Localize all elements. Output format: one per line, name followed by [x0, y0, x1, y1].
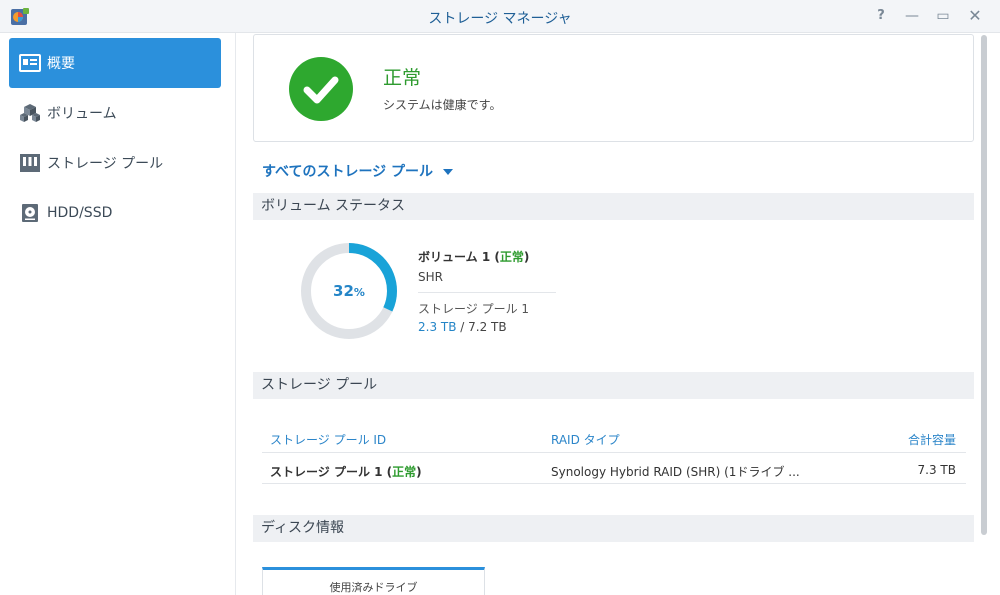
close-icon[interactable]: ✕	[964, 6, 986, 26]
window-title: ストレージ マネージャ	[428, 11, 572, 27]
sidebar-item-volume[interactable]: ボリューム	[9, 88, 221, 138]
sidebar-item-overview[interactable]: 概要	[9, 38, 221, 88]
column-header-pool-id[interactable]: ストレージ プール ID	[270, 431, 386, 448]
volume-info: ボリューム 1 (正常) SHR ストレージ プール 1 2.3 TB / 7.…	[418, 248, 556, 334]
status-title: 正常	[383, 67, 422, 89]
usage-percent: 32%	[300, 282, 398, 300]
volume-status-header: ボリューム ステータス	[253, 193, 974, 220]
checkmark-icon	[289, 57, 353, 121]
volume-icon	[19, 102, 41, 124]
system-status-card: 正常 システムは健康です。	[253, 34, 974, 142]
storage-pool-dropdown[interactable]: すべてのストレージ プール	[262, 161, 454, 181]
maximize-icon[interactable]: ▭	[932, 6, 954, 26]
overview-icon	[19, 52, 41, 74]
volume-usage: 2.3 TB / 7.2 TB	[418, 320, 556, 334]
table-header: ストレージ プール ID RAID タイプ 合計容量	[262, 421, 966, 453]
tab-used-drives[interactable]: 使用済みドライブ	[262, 567, 485, 595]
usage-separator: /	[456, 320, 469, 334]
usage-percent-unit: %	[353, 286, 365, 299]
title-bar: ストレージ マネージャ ? — ▭ ✕	[0, 0, 1000, 33]
sidebar-item-label: HDD/SSD	[47, 205, 113, 221]
sidebar-item-label: ストレージ プール	[47, 156, 164, 172]
volume-raid-type: SHR	[418, 270, 443, 284]
pool-name: ストレージ プール 1 (	[270, 465, 393, 479]
column-header-capacity[interactable]: 合計容量	[908, 431, 956, 448]
pool-state: 正常	[392, 465, 417, 479]
main-content: 正常 システムは健康です。 すべてのストレージ プール ボリューム ステータス …	[237, 33, 1000, 595]
scrollbar[interactable]	[981, 35, 987, 535]
pool-name-close: )	[416, 465, 422, 479]
sidebar-item-hdd-ssd[interactable]: HDD/SSD	[9, 188, 221, 238]
volume-name-text: ボリューム 1 (	[418, 250, 500, 264]
help-icon[interactable]: ?	[870, 6, 892, 26]
pool-name-cell: ストレージ プール 1 (正常)	[270, 463, 422, 480]
sidebar: 概要 ボリューム ストレージ プール HDD/SSD	[0, 33, 236, 595]
chevron-down-icon	[443, 169, 454, 175]
storage-pool-table: ストレージ プール ID RAID タイプ 合計容量 ストレージ プール 1 (…	[262, 421, 966, 484]
sidebar-item-storage-pool[interactable]: ストレージ プール	[9, 138, 221, 188]
hdd-icon	[19, 202, 41, 224]
volume-total: 7.2 TB	[468, 320, 507, 334]
usage-percent-value: 32	[333, 282, 354, 300]
storage-pool-icon	[19, 152, 41, 174]
column-header-raid-type[interactable]: RAID タイプ	[551, 431, 620, 448]
volume-name[interactable]: ボリューム 1 (正常)	[418, 248, 556, 265]
volume-pool-name: ストレージ プール 1	[418, 302, 530, 316]
sidebar-item-label: 概要	[47, 56, 75, 72]
minimize-icon[interactable]: —	[901, 6, 923, 26]
pool-capacity-cell: 7.3 TB	[917, 463, 956, 477]
volume-used: 2.3 TB	[418, 320, 457, 334]
divider	[418, 292, 556, 293]
storage-pool-header: ストレージ プール	[253, 372, 974, 399]
volume-name-close: )	[523, 250, 530, 264]
disk-info-header: ディスク情報	[253, 515, 974, 542]
pool-raid-cell: Synology Hybrid RAID (SHR) (1ドライブ ...	[551, 465, 800, 479]
volume-state: 正常	[499, 250, 524, 264]
table-row[interactable]: ストレージ プール 1 (正常) Synology Hybrid RAID (S…	[262, 453, 966, 484]
sidebar-item-label: ボリューム	[47, 106, 117, 122]
status-description: システムは健康です。	[383, 98, 502, 112]
dropdown-label: すべてのストレージ プール	[262, 164, 434, 180]
